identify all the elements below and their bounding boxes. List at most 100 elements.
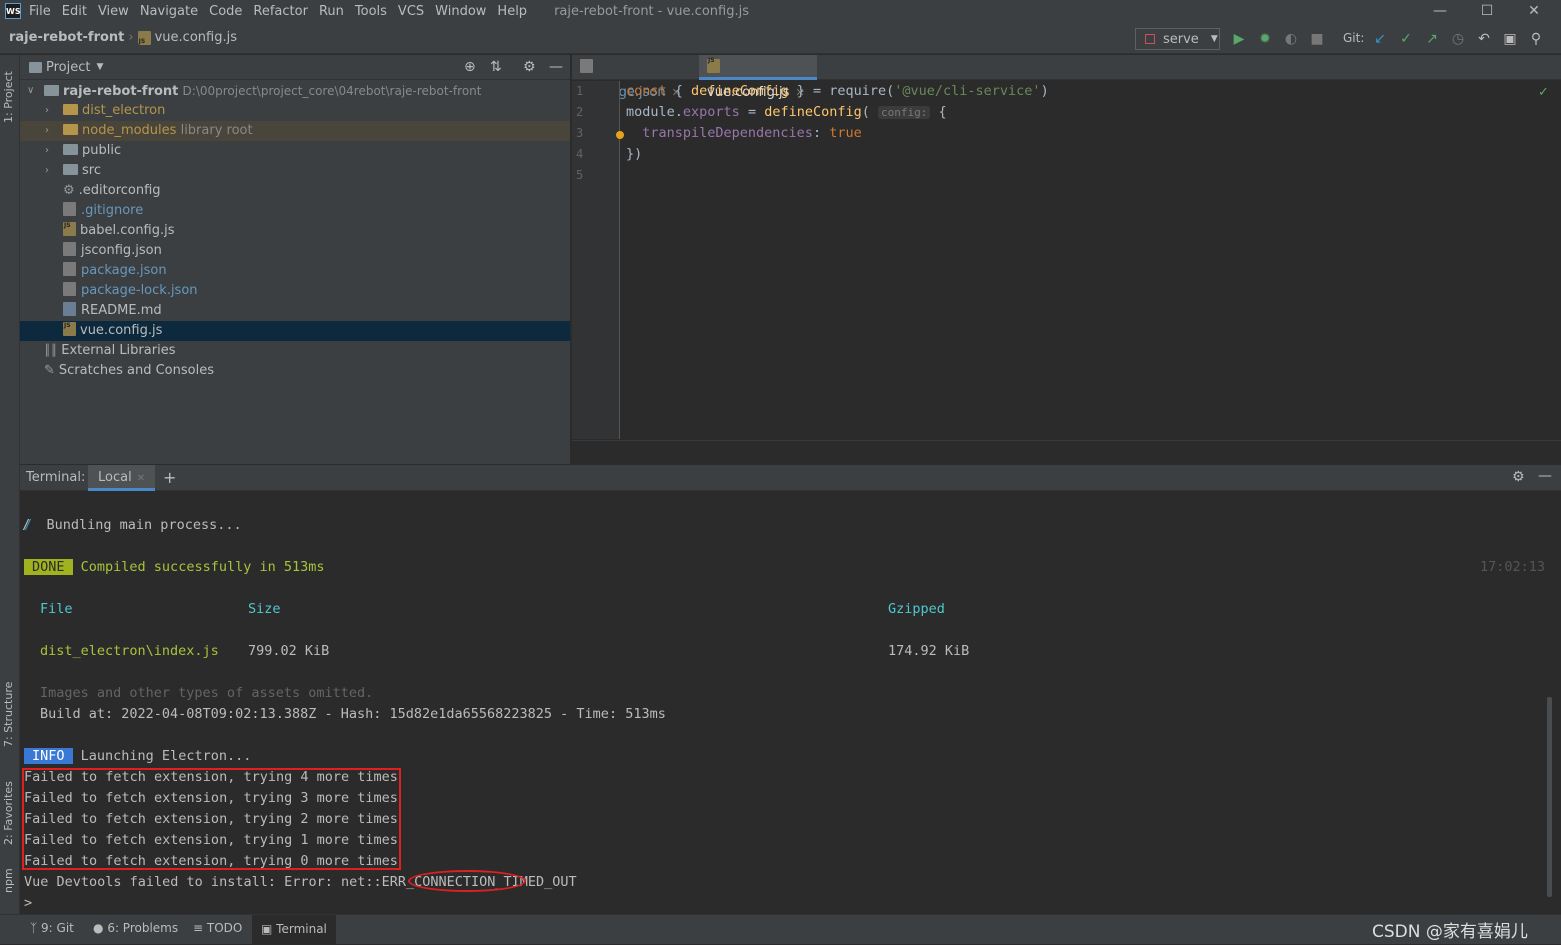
- git-update-icon[interactable]: ↙: [1371, 30, 1389, 48]
- tree-item-editorconfig[interactable]: ⚙ .editorconfig: [20, 181, 570, 201]
- breadcrumb-file[interactable]: vue.config.js: [155, 30, 237, 45]
- hide-panel-icon[interactable]: —: [549, 59, 563, 75]
- close-icon[interactable]: ✕: [1511, 0, 1557, 22]
- collapse-all-icon[interactable]: ⇅: [490, 59, 502, 75]
- tab-favorites[interactable]: 2: Favorites: [2, 767, 15, 845]
- tree-item-readme[interactable]: README.md: [20, 301, 570, 321]
- terminal-tab-local[interactable]: Local ✕: [88, 465, 156, 491]
- run-config-select[interactable]: serve ▼: [1135, 28, 1220, 50]
- maximize-icon[interactable]: ☐: [1464, 0, 1510, 22]
- chevron-right-icon[interactable]: ›: [45, 121, 49, 141]
- editor-breadcrumb-bar: [572, 440, 1561, 464]
- statusbar-label: TODO: [206, 921, 243, 935]
- menu-code[interactable]: Code: [209, 4, 242, 19]
- menu-run[interactable]: Run: [319, 4, 344, 19]
- close-tab-icon[interactable]: ✕: [137, 473, 145, 484]
- tree-item-src[interactable]: › src: [20, 161, 570, 181]
- debug-icon[interactable]: ✹: [1256, 30, 1274, 48]
- git-push-icon[interactable]: ↗: [1423, 30, 1441, 48]
- tree-item-package-lock[interactable]: package-lock.json: [20, 281, 570, 301]
- tab-structure[interactable]: 7: Structure: [2, 667, 15, 747]
- add-terminal-icon[interactable]: +: [163, 468, 176, 487]
- git-commit-icon[interactable]: ✓: [1397, 30, 1415, 48]
- tree-item-dist-electron[interactable]: › dist_electron: [20, 101, 570, 121]
- menu-vcs[interactable]: VCS: [398, 4, 424, 19]
- tab-project[interactable]: 1: Project: [2, 63, 15, 123]
- tree-item-node-modules[interactable]: › node_modules library root: [20, 121, 570, 141]
- tree-label: public: [82, 143, 122, 158]
- terminal-prompt[interactable]: >: [24, 893, 32, 914]
- rollback-icon[interactable]: ↶: [1475, 30, 1493, 48]
- chevron-down-icon[interactable]: ▼: [96, 62, 103, 72]
- locate-icon[interactable]: ⊕: [464, 59, 476, 75]
- terminal-scrollbar[interactable]: [1547, 697, 1552, 897]
- search-icon[interactable]: ⚲: [1527, 30, 1545, 48]
- menu-window[interactable]: Window: [435, 4, 486, 19]
- info-icon: ●: [93, 921, 104, 935]
- tree-item-babel-config[interactable]: babel.config.js: [20, 216, 570, 241]
- code-token: defineConfig: [764, 104, 862, 120]
- row-gzipped: 174.92 KiB: [888, 643, 970, 659]
- menu-navigate[interactable]: Navigate: [140, 4, 198, 19]
- tree-item-vue-config[interactable]: vue.config.js: [20, 316, 570, 341]
- menu-help[interactable]: Help: [497, 4, 527, 19]
- project-view-select[interactable]: Project: [46, 60, 90, 75]
- root-path: D:\00project\project_core\04rebot\raje-r…: [182, 84, 482, 98]
- scratches-icon: ✎: [44, 363, 55, 378]
- layout-icon[interactable]: ▣: [1501, 30, 1519, 48]
- code-line-4[interactable]: }): [626, 146, 642, 162]
- code-token: exports: [682, 104, 740, 120]
- hide-panel-icon[interactable]: —: [1538, 468, 1552, 484]
- menu-tools[interactable]: Tools: [355, 4, 387, 19]
- chevron-down-icon[interactable]: ∨: [27, 81, 34, 101]
- tab-npm[interactable]: npm: [2, 863, 15, 893]
- breadcrumb-project[interactable]: raje-rebot-front: [9, 30, 124, 45]
- tree-item-scratches[interactable]: ✎ Scratches and Consoles: [20, 361, 570, 381]
- code-token: true: [829, 125, 862, 141]
- code-token: {: [930, 104, 947, 120]
- terminal-label: Terminal:: [26, 470, 86, 485]
- chevron-right-icon[interactable]: ›: [45, 101, 49, 121]
- tab-vue-config[interactable]: vue.config.js✕: [699, 48, 817, 100]
- chevron-right-icon[interactable]: ›: [45, 161, 49, 181]
- code-line-1[interactable]: const { defineConfig } = require('@vue/c…: [626, 83, 1049, 99]
- chevron-right-icon[interactable]: ›: [45, 141, 49, 161]
- statusbar-todo[interactable]: ≡ TODO: [193, 921, 242, 935]
- code-line-2[interactable]: module.exports = defineConfig( config: {: [626, 104, 947, 120]
- tree-root[interactable]: ∨ raje-rebot-front D:\00project\project_…: [20, 81, 570, 101]
- statusbar-terminal[interactable]: ▣ Terminal: [252, 915, 336, 945]
- tree-item-jsconfig[interactable]: jsconfig.json: [20, 241, 570, 261]
- warning-bulb-icon[interactable]: [616, 131, 624, 139]
- terminal-panel: Terminal: Local ✕ + ⚙ — // Bundling main …: [20, 465, 1561, 914]
- code-token: defineConfig: [691, 83, 789, 99]
- coverage-icon[interactable]: ◐: [1282, 30, 1300, 48]
- code-line-3[interactable]: transpileDependencies: true: [626, 125, 862, 141]
- menu-file[interactable]: File: [29, 4, 51, 19]
- statusbar-problems[interactable]: ● 6: Problems: [93, 921, 178, 935]
- code-token: =: [739, 104, 765, 120]
- terminal-text: Compiled successfully in 513ms: [80, 559, 325, 575]
- chevron-down-icon: ▼: [1210, 34, 1218, 44]
- tree-item-external-libraries[interactable]: ║║ External Libraries: [20, 341, 570, 361]
- project-panel: Project ▼ ⊕ ⇅ ⚙ — ∨ raje-rebot-front D:\…: [20, 55, 570, 464]
- stop-icon[interactable]: ■: [1308, 30, 1326, 48]
- statusbar-label: 6: Problems: [107, 921, 179, 935]
- menu-view[interactable]: View: [98, 4, 129, 19]
- terminal-line: Images and other types of assets omitted…: [40, 685, 374, 701]
- code-token: }): [626, 146, 643, 162]
- inspection-ok-icon[interactable]: ✓: [1538, 85, 1549, 100]
- tree-item-package-json[interactable]: package.json: [20, 261, 570, 281]
- tree-label: jsconfig.json: [81, 243, 162, 258]
- gear-icon[interactable]: ⚙: [523, 59, 536, 75]
- history-icon[interactable]: ◷: [1449, 30, 1467, 48]
- tree-item-gitignore[interactable]: .gitignore: [20, 201, 570, 221]
- tab-package-json[interactable]: package.json ✕: [572, 55, 698, 100]
- gear-icon[interactable]: ⚙: [1512, 469, 1525, 485]
- tree-item-public[interactable]: › public: [20, 141, 570, 161]
- menu-refactor[interactable]: Refactor: [253, 4, 308, 19]
- statusbar-git[interactable]: ᛉ 9: Git: [30, 921, 74, 935]
- menu-edit[interactable]: Edit: [62, 4, 87, 19]
- statusbar-label: 9: Git: [41, 921, 74, 935]
- run-icon[interactable]: ▶: [1230, 30, 1248, 48]
- minimize-icon[interactable]: —: [1417, 0, 1463, 22]
